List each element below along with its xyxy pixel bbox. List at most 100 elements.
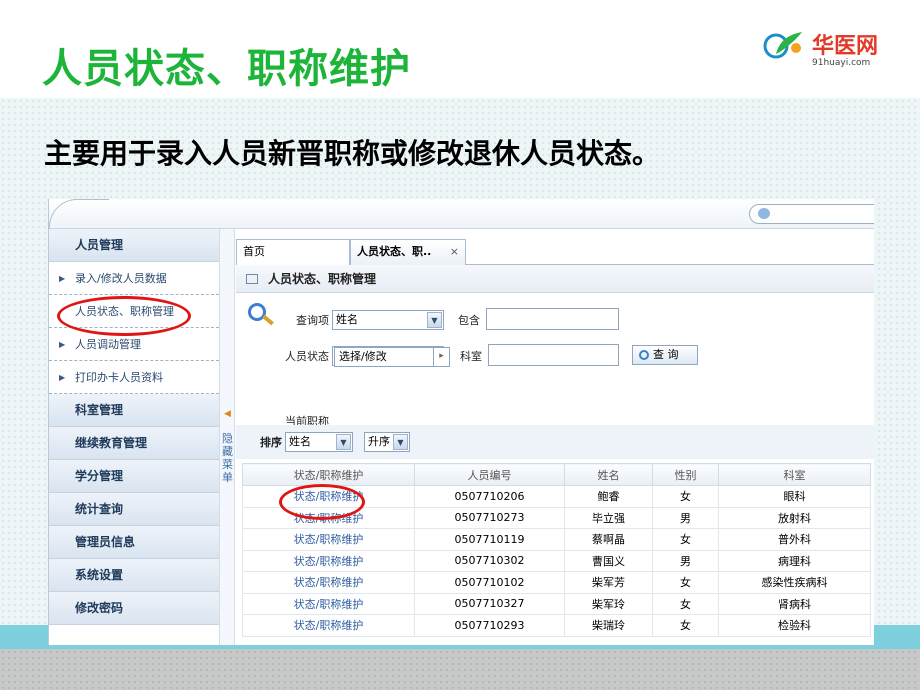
table-row: 状态/职称维护 0507710119 蔡啊晶 女 普外科: [242, 528, 871, 551]
status-title-link[interactable]: 状态/职称维护: [242, 592, 415, 615]
highlight-circle-link: [279, 484, 365, 520]
staff-id-cell: 0507710273: [414, 506, 565, 529]
gender-cell: 女: [652, 614, 719, 637]
name-cell: 柴瑞玲: [564, 614, 653, 637]
dept-input[interactable]: [488, 344, 619, 366]
collapse-label: 隐藏菜单: [222, 432, 233, 484]
sidebar-item-label: 人员调动管理: [75, 338, 141, 351]
contains-input[interactable]: [486, 308, 619, 330]
status-title-link[interactable]: 状态/职称维护: [242, 614, 415, 637]
tab-status-title[interactable]: 人员状态、职.. ×: [350, 239, 466, 265]
staff-id-cell: 0507710206: [414, 485, 565, 508]
highlight-circle-sidebar: [57, 296, 191, 336]
logo-url: 91huayi.com: [812, 58, 871, 68]
dept-cell: 感染性疾病科: [718, 571, 871, 594]
sidebar-collapse-bar[interactable]: ◀ 隐藏菜单: [219, 229, 235, 645]
header-curve: [49, 199, 109, 229]
query-button-label: 查 询: [653, 348, 679, 361]
arrow-left-icon: ◀: [224, 409, 231, 419]
query-item-select[interactable]: 姓名 ▼: [332, 310, 444, 330]
arrow-right-icon: ▶: [59, 373, 66, 382]
column-header[interactable]: 性别: [652, 463, 719, 486]
name-cell: 毕立强: [564, 506, 653, 529]
sidebar-header-stats[interactable]: 统计查询: [49, 493, 219, 526]
panel-title-text: 人员状态、职称管理: [268, 272, 377, 286]
chevron-right-icon: ▸: [433, 348, 449, 366]
sort-field-select[interactable]: 姓名 ▼: [285, 432, 353, 452]
status-title-link[interactable]: 状态/职称维护: [242, 571, 415, 594]
sort-order-value: 升序: [368, 435, 390, 448]
query-item-value: 姓名: [336, 313, 358, 326]
slide-subtitle: 主要用于录入人员新晋职称或修改退休人员状态。: [44, 137, 661, 170]
dept-cell: 病理科: [718, 549, 871, 572]
sidebar-item-label: 打印办卡人员资料: [75, 371, 163, 384]
name-cell: 鲍睿: [564, 485, 653, 508]
sidebar-header-dept[interactable]: 科室管理: [49, 394, 219, 427]
sort-order-select[interactable]: 升序 ▼: [364, 432, 410, 452]
column-header[interactable]: 姓名: [564, 463, 653, 486]
dept-cell: 普外科: [718, 528, 871, 551]
dept-cell: 眼科: [718, 485, 871, 508]
sidebar-header-admin[interactable]: 管理员信息: [49, 526, 219, 559]
sidebar-item-edit-personnel[interactable]: ▶ 录入/修改人员数据: [49, 262, 219, 295]
gender-cell: 女: [652, 592, 719, 615]
name-cell: 柴军玲: [564, 592, 653, 615]
app-window: 人员管理 ▶ 录入/修改人员数据 人员状态、职称管理 ▶ 人员调动管理 ▶ 打印…: [48, 199, 874, 645]
status-label: 人员状态: [285, 350, 329, 363]
logo-icon: [763, 32, 802, 59]
staff-id-cell: 0507710302: [414, 549, 565, 572]
staff-id-cell: 0507710327: [414, 592, 565, 615]
magnifier-handle: [262, 314, 274, 326]
query-form: 查询项 姓名 ▼ 包含 人员状态 正常 ▼ 科室 查 询 当前职称: [236, 293, 874, 428]
chevron-down-icon: ▼: [393, 434, 408, 450]
global-search-input[interactable]: [749, 204, 874, 224]
gender-cell: 男: [652, 506, 719, 529]
gender-cell: 女: [652, 528, 719, 551]
current-title-value: 选择/修改: [339, 350, 387, 363]
sidebar-header-personnel[interactable]: 人员管理: [49, 229, 219, 262]
tab-home[interactable]: 首页: [236, 239, 350, 265]
sidebar-header-settings[interactable]: 系统设置: [49, 559, 219, 592]
contains-label: 包含: [458, 314, 480, 327]
sidebar-item-label: 录入/修改人员数据: [75, 272, 167, 285]
dept-cell: 放射科: [718, 506, 871, 529]
query-button[interactable]: 查 询: [632, 345, 698, 365]
main-content: 首页 人员状态、职.. × 人员状态、职称管理 查询项 姓名 ▼ 包含 人员状态…: [236, 229, 874, 645]
slide-title: 人员状态、职称维护: [42, 45, 411, 92]
panel-title: 人员状态、职称管理: [236, 265, 874, 293]
tab-bar: 首页 人员状态、职.. ×: [236, 233, 874, 265]
sort-label: 排序: [260, 436, 282, 449]
table-header-row: 状态/职称维护 人员编号 姓名 性别 科室: [242, 463, 871, 486]
current-title-select[interactable]: 选择/修改 ▸: [334, 347, 450, 367]
column-header[interactable]: 科室: [718, 463, 871, 486]
dept-cell: 检验科: [718, 614, 871, 637]
query-item-label: 查询项: [296, 314, 329, 327]
staff-id-cell: 0507710119: [414, 528, 565, 551]
staff-id-cell: 0507710102: [414, 571, 565, 594]
chat-bubble-icon: [758, 208, 770, 219]
logo-text: 华医网: [812, 34, 879, 59]
search-icon: [639, 350, 649, 360]
arrow-right-icon: ▶: [59, 340, 66, 349]
dept-cell: 肾病科: [718, 592, 871, 615]
table-row: 状态/职称维护 0507710302 曹国义 男 病理科: [242, 549, 871, 572]
sidebar-header-password[interactable]: 修改密码: [49, 592, 219, 625]
close-icon[interactable]: ×: [450, 240, 459, 264]
column-header[interactable]: 状态/职称维护: [242, 463, 415, 486]
name-cell: 曹国义: [564, 549, 653, 572]
status-title-link[interactable]: 状态/职称维护: [242, 549, 415, 572]
sidebar-header-education[interactable]: 继续教育管理: [49, 427, 219, 460]
window-icon: [246, 274, 258, 284]
dept-label: 科室: [460, 350, 482, 363]
slide-footer: [0, 649, 920, 690]
name-cell: 蔡啊晶: [564, 528, 653, 551]
staff-id-cell: 0507710293: [414, 614, 565, 637]
column-header[interactable]: 人员编号: [414, 463, 565, 486]
gender-cell: 男: [652, 549, 719, 572]
sidebar-header-credits[interactable]: 学分管理: [49, 460, 219, 493]
sidebar-item-print-card[interactable]: ▶ 打印办卡人员资料: [49, 361, 219, 394]
table-row: 状态/职称维护 0507710327 柴军玲 女 肾病科: [242, 592, 871, 615]
status-title-link[interactable]: 状态/职称维护: [242, 528, 415, 551]
sort-field-value: 姓名: [289, 435, 311, 448]
chevron-down-icon: ▼: [336, 434, 351, 450]
